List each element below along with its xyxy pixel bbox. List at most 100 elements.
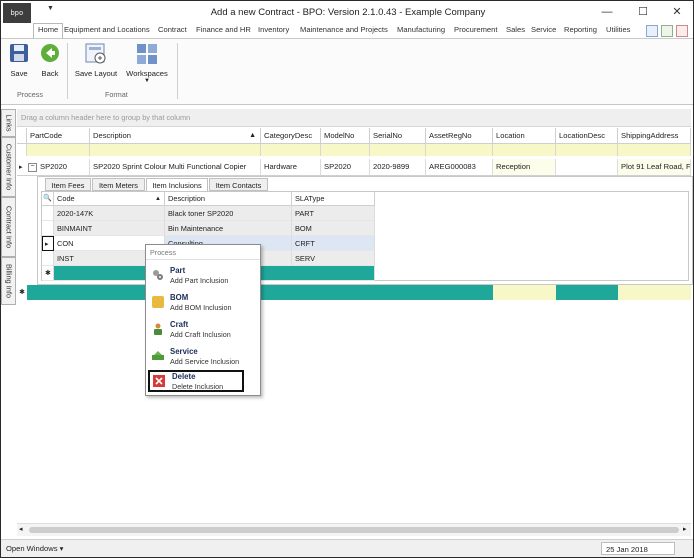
window-layout-icon[interactable] <box>646 25 658 37</box>
cell-locationdesc[interactable] <box>556 159 618 175</box>
cell-assetregno[interactable]: AREG000083 <box>426 159 493 175</box>
exit-icon[interactable] <box>676 25 688 37</box>
tab-item-contacts[interactable]: Item Contacts <box>209 178 268 191</box>
tab-reporting[interactable]: Reporting <box>564 25 597 34</box>
filter-cell[interactable] <box>321 144 370 156</box>
cell-partcode[interactable]: SP2020 <box>37 159 90 175</box>
open-windows-dropdown[interactable]: Open Windows ▾ <box>6 544 63 553</box>
inclusion-header-slatype[interactable]: SLAType <box>292 192 375 206</box>
tab-sales[interactable]: Sales <box>506 25 525 34</box>
refresh-icon[interactable] <box>661 25 673 37</box>
save-icon <box>9 43 29 63</box>
cell-slatype[interactable]: CRFT <box>292 236 375 251</box>
ribbon: Save Back Process Save Layout Workspaces… <box>1 38 693 105</box>
filter-row-indicator <box>17 144 27 156</box>
tab-equipment-and-locations[interactable]: Equipment and Locations <box>64 25 150 34</box>
column-header-locationdesc[interactable]: LocationDesc <box>556 128 618 144</box>
new-row-locationdesc-cell[interactable] <box>556 285 618 300</box>
tab-item-meters[interactable]: Item Meters <box>92 178 145 191</box>
menu-item-craft[interactable]: Craft Add Craft Inclusion <box>148 319 254 343</box>
date-field[interactable]: 25 Jan 2018 <box>601 542 675 555</box>
ribbon-separator <box>67 43 68 99</box>
scroll-left-icon[interactable]: ◂ <box>19 525 23 533</box>
tab-maintenance-and-projects[interactable]: Maintenance and Projects <box>300 25 388 34</box>
save-layout-button[interactable]: Save Layout <box>73 43 119 78</box>
bom-icon <box>152 296 164 308</box>
column-header-partcode[interactable]: PartCode <box>27 128 90 144</box>
column-header-categorydesc[interactable]: CategoryDesc <box>261 128 321 144</box>
tab-manufacturing[interactable]: Manufacturing <box>397 25 445 34</box>
tab-item-fees[interactable]: Item Fees <box>45 178 91 191</box>
row-pointer-icon[interactable]: ▸ <box>42 236 54 251</box>
column-header-shippingaddress[interactable]: ShippingAddress <box>618 128 691 144</box>
save-button[interactable]: Save <box>7 43 31 78</box>
menu-item-bom[interactable]: BOM Add BOM Inclusion <box>148 292 254 316</box>
menu-item-part[interactable]: Part Add Part Inclusion <box>148 265 254 289</box>
sidetab-customer-info[interactable]: Customer Info <box>1 137 16 197</box>
column-header-modelno[interactable]: ModelNo <box>321 128 370 144</box>
menu-item-delete[interactable]: Delete Delete Inclusion <box>148 370 244 392</box>
collapse-row-icon[interactable]: − <box>28 163 37 172</box>
new-row-location-cell[interactable] <box>493 285 556 300</box>
cell-inclusion-description[interactable]: Bin Maintenance <box>165 221 292 236</box>
menu-item-service[interactable]: Service Add Service Inclusion <box>148 346 254 370</box>
cell-inclusion-description[interactable]: Black toner SP2020 <box>165 206 292 221</box>
menu-bar: Home Equipment and Locations Contract Fi… <box>1 23 693 41</box>
tab-utilities[interactable]: Utilities <box>606 25 630 34</box>
sidetab-links[interactable]: Links <box>1 109 16 137</box>
filter-cell[interactable] <box>618 144 691 156</box>
cell-categorydesc[interactable]: Hardware <box>261 159 321 175</box>
cell-location[interactable]: Reception <box>493 159 556 175</box>
scrollbar-thumb[interactable] <box>29 527 679 533</box>
tab-service[interactable]: Service <box>531 25 556 34</box>
sidetab-contract-info[interactable]: Contract Info <box>1 197 16 257</box>
cell-description[interactable]: SP2020 Sprint Colour Multi Functional Co… <box>90 159 261 175</box>
tab-inventory[interactable]: Inventory <box>258 25 289 34</box>
context-menu-header: Process <box>150 248 176 257</box>
cell-code[interactable]: 2020-147K <box>54 206 165 221</box>
sidetab-billing-info[interactable]: Billing Info <box>1 257 16 305</box>
column-header-location[interactable]: Location <box>493 128 556 144</box>
horizontal-scrollbar[interactable]: ◂ ▸ <box>17 523 691 536</box>
filter-cell[interactable] <box>426 144 493 156</box>
column-header-description[interactable]: Description ▲ <box>90 128 261 144</box>
cell-slatype[interactable]: SERV <box>292 251 375 266</box>
close-button[interactable]: ✕ <box>665 4 689 20</box>
filter-cell[interactable] <box>493 144 556 156</box>
ribbon-separator <box>177 43 178 99</box>
cell-slatype[interactable]: PART <box>292 206 375 221</box>
tab-procurement[interactable]: Procurement <box>454 25 497 34</box>
search-icon[interactable]: 🔍 <box>42 192 54 206</box>
row-pointer-icon: ▸ <box>19 164 23 171</box>
tab-contract[interactable]: Contract <box>158 25 187 34</box>
cell-serialno[interactable]: 2020-9899 <box>370 159 426 175</box>
minimize-button[interactable]: — <box>595 4 619 20</box>
filter-cell[interactable] <box>90 144 261 156</box>
filter-cell[interactable] <box>556 144 618 156</box>
column-header-serialno[interactable]: SerialNo <box>370 128 426 144</box>
filter-cell[interactable] <box>27 144 90 156</box>
back-button[interactable]: Back <box>38 43 62 78</box>
filter-cell[interactable] <box>261 144 321 156</box>
scroll-right-icon[interactable]: ▸ <box>683 525 687 533</box>
row-indicator-header <box>17 128 27 144</box>
cell-modelno[interactable]: SP2020 <box>321 159 370 175</box>
back-arrow-icon <box>40 43 60 63</box>
inclusion-header-description[interactable]: Description <box>165 192 292 206</box>
cell-code[interactable]: BINMAINT <box>54 221 165 236</box>
filter-cell[interactable] <box>370 144 426 156</box>
cell-shippingaddress[interactable]: Plot 91 Leaf Road, Fo <box>618 159 691 175</box>
delete-icon <box>153 375 165 387</box>
row-indicator <box>42 221 54 236</box>
tab-item-inclusions[interactable]: Item Inclusions <box>146 178 208 192</box>
tab-finance-and-hr[interactable]: Finance and HR <box>196 25 251 34</box>
inclusion-header-code[interactable]: Code ▲ <box>54 192 165 206</box>
workspaces-label: Workspaces <box>126 69 168 78</box>
cell-slatype[interactable]: BOM <box>292 221 375 236</box>
column-header-assetregno[interactable]: AssetRegNo <box>426 128 493 144</box>
workspaces-button[interactable]: Workspaces ▼ <box>125 43 169 84</box>
maximize-button[interactable]: ☐ <box>631 4 655 20</box>
save-label: Save <box>10 69 28 78</box>
new-row-shipping-cell[interactable] <box>618 285 691 300</box>
group-by-bar[interactable]: Drag a column header here to group by th… <box>17 109 691 127</box>
